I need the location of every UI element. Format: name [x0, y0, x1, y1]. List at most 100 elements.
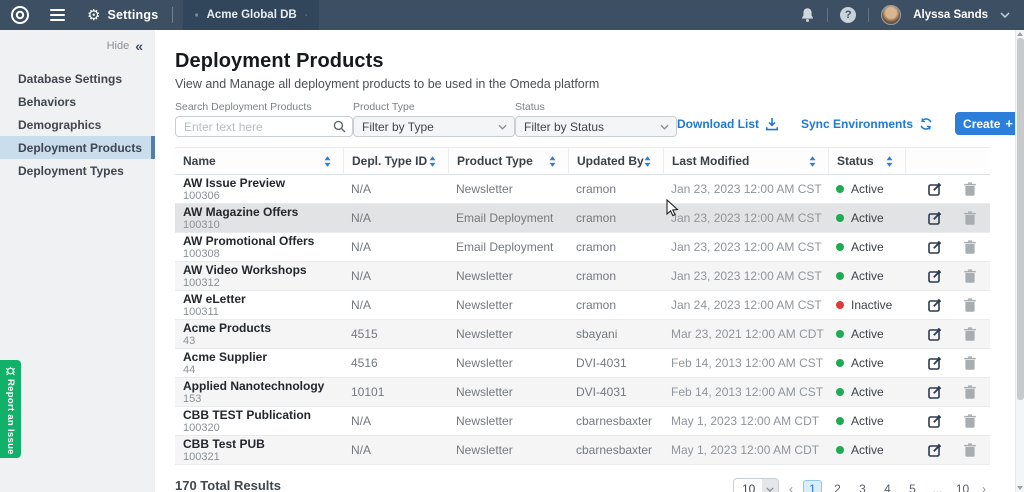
delete-button[interactable]: [964, 414, 976, 428]
edit-icon: [928, 414, 942, 428]
sync-environments-button[interactable]: Sync Environments: [801, 117, 933, 131]
delete-button[interactable]: [964, 327, 976, 341]
menu-icon[interactable]: [50, 9, 65, 21]
status-label: Active: [851, 211, 884, 225]
delete-button[interactable]: [964, 182, 976, 196]
next-page-button[interactable]: ›: [978, 482, 990, 492]
table-row[interactable]: AW Promotional Offers 100308 N/A Email D…: [175, 233, 990, 262]
product-id: 43: [183, 335, 343, 347]
plus-icon: +: [1005, 117, 1013, 130]
table-row[interactable]: Acme Products 43 4515 Newsletter sbayani…: [175, 320, 990, 349]
row-actions-cell: [905, 385, 990, 399]
delete-button[interactable]: [964, 443, 976, 457]
page-number-button[interactable]: 4: [878, 480, 897, 492]
delete-button[interactable]: [964, 269, 976, 283]
sort-icon[interactable]: [886, 156, 893, 167]
table-row[interactable]: AW Issue Preview 100306 N/A Newsletter c…: [175, 175, 990, 204]
table-column-header[interactable]: Product Type: [448, 148, 568, 174]
delete-button[interactable]: [964, 356, 976, 370]
chevron-down-icon[interactable]: [1000, 12, 1010, 18]
table-column-header[interactable]: Last Modified: [663, 148, 828, 174]
sidebar-item[interactable]: Deployment Products: [0, 136, 155, 159]
sort-icon[interactable]: [549, 156, 556, 167]
last-modified-cell: Feb 14, 2013 12:00 AM CST: [663, 356, 828, 370]
edit-button[interactable]: [928, 414, 942, 428]
sort-icon[interactable]: [429, 156, 436, 167]
product-type-select[interactable]: Filter by Type: [353, 116, 515, 137]
status-select[interactable]: Filter by Status: [515, 116, 677, 137]
database-selector[interactable]: Acme Global DB: [183, 0, 319, 30]
trash-icon: [964, 182, 976, 196]
sort-icon[interactable]: [644, 156, 651, 167]
edit-button[interactable]: [928, 182, 942, 196]
delete-button[interactable]: [964, 298, 976, 312]
edit-button[interactable]: [928, 327, 942, 341]
settings-sidebar: Hide « Database Settings Behaviors Demog…: [0, 30, 155, 492]
table-column-header[interactable]: Updated By: [568, 148, 663, 174]
prev-page-button[interactable]: ‹: [785, 482, 797, 492]
last-modified-cell: Feb 14, 2013 12:00 AM CST: [663, 385, 828, 399]
settings-label: Settings: [107, 8, 158, 22]
sidebar-item-label: Deployment Products: [18, 141, 142, 155]
page-number-button[interactable]: 1: [803, 480, 822, 492]
page-size-select[interactable]: 10: [733, 478, 779, 492]
page-number-button[interactable]: 2: [828, 480, 847, 492]
table-column-header[interactable]: Name: [175, 148, 343, 174]
chevron-down-icon: [766, 487, 774, 492]
table-row[interactable]: CBB TEST Publication 100320 N/A Newslett…: [175, 407, 990, 436]
omeda-logo-icon[interactable]: [10, 5, 30, 25]
create-button[interactable]: Create +: [955, 112, 1021, 135]
download-list-button[interactable]: Download List: [677, 117, 779, 131]
table-row[interactable]: Acme Supplier 44 4516 Newsletter DVI-403…: [175, 349, 990, 378]
scroll-down-arrow-icon[interactable]: [1017, 486, 1023, 490]
status-label: Active: [851, 356, 884, 370]
table-row[interactable]: AW Video Workshops 100312 N/A Newsletter…: [175, 262, 990, 291]
edit-button[interactable]: [928, 211, 942, 225]
table-column-header[interactable]: Status: [828, 148, 905, 174]
sidebar-item[interactable]: Demographics: [0, 113, 155, 136]
hide-sidebar-button[interactable]: Hide «: [0, 30, 155, 59]
search-input[interactable]: [175, 116, 353, 137]
chevron-down-icon: [498, 124, 507, 130]
edit-button[interactable]: [928, 385, 942, 399]
help-icon[interactable]: ?: [840, 7, 856, 23]
page-number-button[interactable]: ...: [928, 480, 947, 492]
delete-button[interactable]: [964, 211, 976, 225]
table-row[interactable]: AW Magazine Offers 100310 N/A Email Depl…: [175, 204, 990, 233]
column-header-label: Updated By: [577, 154, 644, 168]
sort-icon[interactable]: [324, 156, 331, 167]
page-number-button[interactable]: 3: [853, 480, 872, 492]
topbar-separator: [868, 8, 869, 22]
avatar[interactable]: [881, 5, 901, 25]
table-row[interactable]: Applied Nanotechnology 153 10101 Newslet…: [175, 378, 990, 407]
scrollbar-thumb[interactable]: [1017, 38, 1024, 400]
table-column-header[interactable]: Depl. Type ID: [343, 148, 448, 174]
table-row[interactable]: CBB Test PUB 100321 N/A Newsletter cbarn…: [175, 436, 990, 465]
delete-button[interactable]: [964, 385, 976, 399]
edit-icon: [928, 443, 942, 457]
bell-icon[interactable]: [800, 7, 815, 23]
sidebar-item[interactable]: Database Settings: [0, 67, 155, 90]
edit-button[interactable]: [928, 269, 942, 283]
last-modified-cell: Jan 23, 2023 12:00 AM CST: [663, 211, 828, 225]
edit-button[interactable]: [928, 298, 942, 312]
scroll-up-arrow-icon[interactable]: [1017, 32, 1023, 36]
settings-nav[interactable]: ⚙ Settings: [87, 8, 158, 23]
table-row[interactable]: AW eLetter 100311 N/A Newsletter cramon …: [175, 291, 990, 320]
page-number-button[interactable]: 5: [903, 480, 922, 492]
sidebar-item[interactable]: Behaviors: [0, 90, 155, 113]
page-number-button[interactable]: 10: [953, 480, 972, 492]
delete-button[interactable]: [964, 240, 976, 254]
sort-icon[interactable]: [809, 156, 816, 167]
search-filter-group: Search Deployment Products: [175, 101, 353, 137]
status-cell: Active: [828, 182, 905, 196]
user-name[interactable]: Alyssa Sands: [913, 9, 988, 21]
report-issue-tab[interactable]: Report an Issue: [0, 360, 21, 458]
edit-button[interactable]: [928, 356, 942, 370]
edit-button[interactable]: [928, 443, 942, 457]
edit-button[interactable]: [928, 240, 942, 254]
table-body: AW Issue Preview 100306 N/A Newsletter c…: [175, 175, 990, 465]
sidebar-item[interactable]: Deployment Types: [0, 159, 155, 182]
product-name-cell: CBB TEST Publication 100320: [175, 409, 343, 434]
vertical-scrollbar[interactable]: [1015, 30, 1024, 492]
